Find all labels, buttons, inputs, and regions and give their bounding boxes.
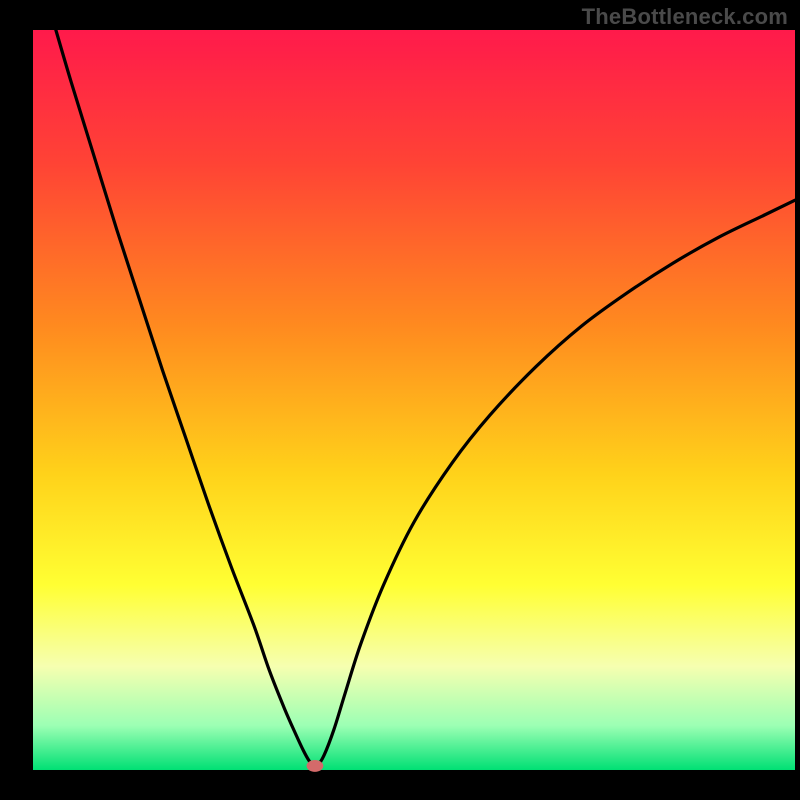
plot-background: [33, 30, 795, 770]
optimum-marker: [307, 760, 324, 772]
watermark-text: TheBottleneck.com: [582, 4, 788, 30]
bottleneck-chart: [0, 0, 800, 800]
chart-frame: { "watermark": "TheBottleneck.com", "cha…: [0, 0, 800, 800]
